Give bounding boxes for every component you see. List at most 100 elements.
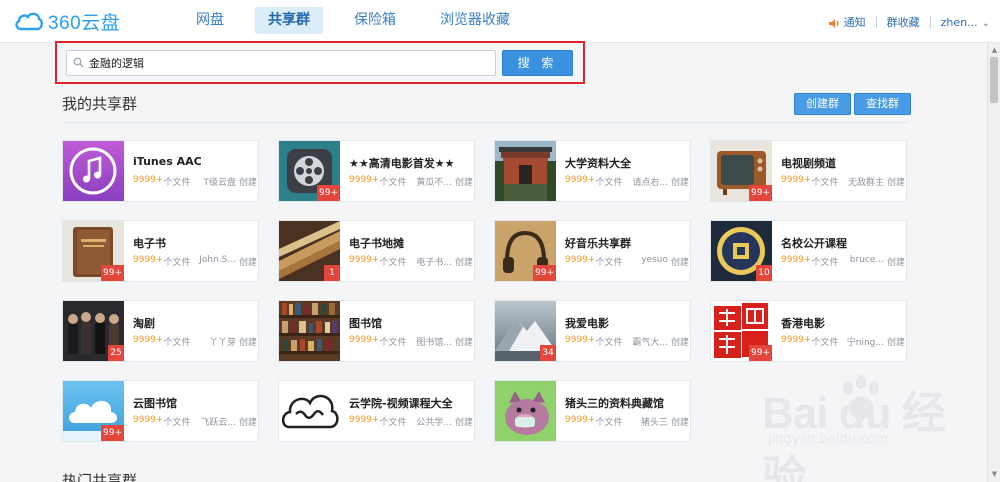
group-action: 创建 [886,178,905,188]
unread-badge: 1 [324,265,340,281]
group-name: 大学资料大全 [565,157,631,170]
group-owner: 丫丫芽 [208,338,236,348]
files-label: 个文件 [379,418,407,428]
search-input[interactable] [89,54,489,72]
group-action: 创建 [454,178,473,188]
group-favorites-link[interactable]: 群收藏 [877,14,930,30]
group-card[interactable]: 99+ 好音乐共享群 9999+ 个文件 yesuo 创建 [494,220,691,282]
group-card[interactable]: 34 我爱电影 9999+ 个文件 霸气大... 创建 [494,300,691,362]
group-thumbnail: 99+ [279,141,340,201]
notify-label: 通知 [843,16,866,29]
file-count: 9999+ [133,255,164,265]
group-meta: 9999+ 个文件 T级云盘 创建 [133,175,257,188]
files-label: 个文件 [811,178,839,188]
group-meta: 9999+ 个文件 电子书... 创建 [349,255,473,268]
group-meta: 9999+ 个文件 丫丫芽 创建 [133,335,257,348]
create-group-button[interactable]: 创建群 [794,93,851,115]
nav-item-share-groups[interactable]: 共享群 [255,7,323,34]
baidu-watermark: Bai du 经验 jingyan.baidu.com [740,372,960,482]
group-card[interactable]: 99+ ★★高清电影首发★★ 9999+ 个文件 黄瓜不... 创建 [278,140,475,202]
group-name: 淘剧 [133,317,155,330]
unread-badge: 99+ [101,425,124,441]
files-label: 个文件 [163,338,191,348]
group-card[interactable]: 大学资料大全 9999+ 个文件 请点右... 创建 [494,140,691,202]
file-count: 9999+ [133,175,164,185]
unread-badge: 99+ [749,185,772,201]
group-owner: 黄瓜不... [416,178,452,188]
logo[interactable]: 360云盘 [14,8,120,34]
group-thumbnail: 10 [711,221,772,281]
group-name: 电子书地摊 [349,237,404,250]
group-card[interactable]: 猪头三的资料典藏馆 9999+ 个文件 猪头三 创建 [494,380,691,442]
file-count: 9999+ [565,175,596,185]
nav-item-safe-box[interactable]: 保险箱 [341,7,409,34]
watermark-url: jingyan.baidu.com [768,432,888,447]
notify-link[interactable]: 通知 [818,14,876,30]
search-button[interactable]: 搜 索 [502,50,573,76]
group-card[interactable]: 图书馆 9999+ 个文件 图书馆... 创建 [278,300,475,362]
group-action: 创建 [238,418,257,428]
group-action: 创建 [670,178,689,188]
unread-badge: 99+ [749,345,772,361]
group-card[interactable]: 99+ 香港电影 9999+ 个文件 宁ning... 创建 [710,300,907,362]
file-count: 9999+ [133,335,164,345]
group-name: iTunes AAC [133,155,202,168]
group-meta: 9999+ 个文件 宁ning... 创建 [781,335,905,348]
search-box [66,50,496,76]
group-card[interactable]: 云学院-视频课程大全 9999+ 个文件 公共学... 创建 [278,380,475,442]
university-gate-image [495,141,556,201]
group-card[interactable]: 1 电子书地摊 9999+ 个文件 电子书... 创建 [278,220,475,282]
vertical-scrollbar[interactable]: ▲ ▼ [987,43,1000,482]
group-owner: 公共学... [416,418,452,428]
group-meta: 9999+ 个文件 飞跃云... 创建 [133,415,257,428]
group-thumbnail [279,301,340,361]
files-label: 个文件 [163,178,191,188]
file-count: 9999+ [781,255,812,265]
group-action: 创建 [886,258,905,268]
group-owner: 无敌群主 [847,178,884,188]
unread-badge: 34 [540,345,556,361]
group-name: 图书馆 [349,317,382,330]
bookshelf-image [279,301,340,361]
group-name: 云图书馆 [133,397,177,410]
top-navigation-bar: 360云盘 网盘 共享群 保险箱 浏览器收藏 通知 群收藏 zhen... ⌄ [0,0,1000,43]
group-owner: bruce... [849,255,884,265]
group-owner: 请点右... [632,178,668,188]
scroll-down-arrow-icon[interactable]: ▼ [990,470,999,479]
nav-item-cloud-disk[interactable]: 网盘 [183,7,237,34]
group-card[interactable]: 25 淘剧 9999+ 个文件 丫丫芽 创建 [62,300,259,362]
group-action: 创建 [670,418,689,428]
scroll-thumb[interactable] [990,57,998,103]
group-thumbnail: 99+ [495,221,556,281]
group-owner: 宁ning... [846,338,884,348]
unread-badge: 99+ [101,265,124,281]
group-card[interactable]: 99+ 电子书 9999+ 个文件 John.S... 创建 [62,220,259,282]
files-label: 个文件 [811,258,839,268]
group-name: ★★高清电影首发★★ [349,157,455,170]
scroll-up-arrow-icon[interactable]: ▲ [990,46,999,55]
group-card[interactable]: 99+ 云图书馆 9999+ 个文件 飞跃云... 创建 [62,380,259,442]
group-name: 电视剧频道 [781,157,836,170]
user-menu[interactable]: zhen... ⌄ [931,16,1000,29]
group-owner: T级云盘 [203,178,236,188]
cloud-logo-icon [15,12,43,31]
group-card[interactable]: 10 名校公开课程 9999+ 个文件 bruce... 创建 [710,220,907,282]
unread-badge: 10 [756,265,772,281]
unread-badge: 99+ [533,265,556,281]
group-card[interactable]: iTunes AAC 9999+ 个文件 T级云盘 创建 [62,140,259,202]
group-name: 电子书 [133,237,166,250]
find-group-button[interactable]: 查找群 [854,93,911,115]
search-icon [73,57,84,68]
group-owner: yesuo [641,255,668,265]
file-count: 9999+ [349,255,380,265]
group-thumbnail: 99+ [711,141,772,201]
section-title: 我的共享群 [62,95,138,113]
group-action: 创建 [670,338,689,348]
nav-item-browser-favorites[interactable]: 浏览器收藏 [427,7,523,34]
file-count: 9999+ [565,335,596,345]
group-card[interactable]: 99+ 电视剧频道 9999+ 个文件 无敌群主 创建 [710,140,907,202]
group-thumbnail [495,381,556,441]
files-label: 个文件 [379,258,407,268]
files-label: 个文件 [595,258,623,268]
speaker-icon [828,18,839,28]
